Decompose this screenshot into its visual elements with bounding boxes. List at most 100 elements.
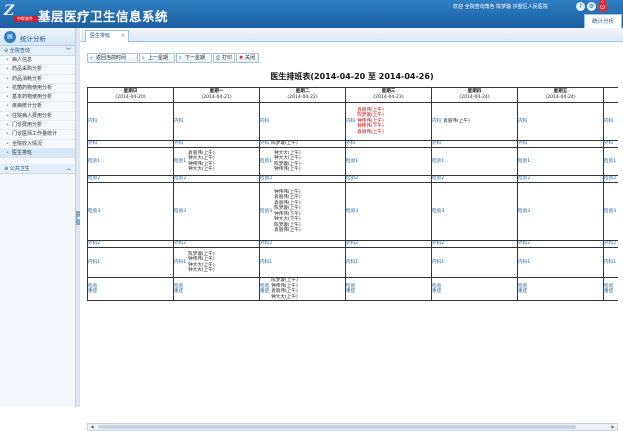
schedule-cell[interactable]: 内科 — [603, 102, 618, 141]
schedule-cell[interactable]: 外科2 — [173, 240, 260, 248]
schedule-cell[interactable]: 外科 — [173, 140, 260, 148]
schedule-cell[interactable]: 外科2 — [259, 240, 346, 248]
sidebar-item[interactable]: 疾病统计分析 — [0, 102, 75, 112]
schedule-row: 外科 外科 外科 陈梦璇(上午) 外科 外科 外科 外科 — [87, 140, 618, 148]
department-label: 检验 重症 — [174, 283, 184, 295]
prev-week-button[interactable]: ⌕ 上一星期 — [139, 53, 175, 63]
chevron-down-icon: ︾ — [65, 48, 71, 54]
schedule-cell[interactable]: 检验 重症 — [345, 277, 432, 301]
schedule-cell[interactable]: 检验1 袁丽伟(上午) 钟大大(上午) 钟伟伟(上午) 钟大大(上午) — [173, 147, 260, 176]
sidebar-group-hospital-query[interactable]: ⊖ 全院查询 ︾ — [0, 46, 75, 56]
schedule-cell[interactable]: 外科2 — [603, 240, 618, 248]
schedule-cell[interactable]: 内科 袁丽伟(上午) — [431, 102, 518, 141]
schedule-cell[interactable]: 内科 — [259, 102, 346, 141]
sidebar-item[interactable]: 基本药物使用分析 — [0, 93, 75, 103]
schedule-cell[interactable]: 检验1 — [87, 147, 174, 176]
sidebar-item[interactable]: 门诊费用分析 — [0, 121, 75, 131]
sidebar-group-label: 公共卫生 — [9, 166, 30, 173]
schedule-cell[interactable]: 内科1 — [87, 247, 174, 278]
schedule-cell[interactable]: 外科 — [517, 140, 604, 148]
schedule-cell[interactable]: 检验2 — [603, 175, 618, 183]
schedule-cell[interactable]: 检验2 — [431, 175, 518, 183]
schedule-cell[interactable]: 内科1 — [345, 247, 432, 278]
schedule-cell[interactable]: 检验2 — [259, 175, 346, 183]
print-button[interactable]: ⎙ 打印 — [213, 53, 235, 63]
schedule-cell[interactable]: 外科2 — [87, 240, 174, 248]
sidebar-item[interactable]: 全院收入情况 — [0, 140, 75, 149]
doctor-shift[interactable]: 钟大大(上午) — [188, 167, 215, 173]
collapse-arrow-icon[interactable]: ◀ — [76, 211, 80, 225]
schedule-cell[interactable]: 内科 袁丽伟(上午) 陈梦璇(上午) 钟伟伟(上午) 钟伟伟(下午) 袁丽伟(上午) — [345, 102, 432, 141]
doctor-shift[interactable]: 袁丽伟(上午) — [274, 228, 301, 234]
sidebar-item[interactable]: 药品消耗分析 — [0, 75, 75, 84]
tab-doctor-schedule[interactable]: 医生排班 × — [85, 30, 129, 42]
schedule-cell[interactable]: 检验1 — [517, 147, 604, 176]
sidebar-item[interactable]: 病人信息 — [0, 56, 75, 66]
schedule-cell[interactable]: 检验3 — [603, 182, 618, 241]
doctor-shift[interactable]: 钟大大(上午) — [271, 295, 298, 300]
gear-icon[interactable]: ⚙ — [587, 2, 596, 11]
schedule-cell[interactable]: 外科 — [87, 140, 174, 148]
sidebar-item[interactable]: 医生排班 — [0, 148, 75, 159]
schedule-cell[interactable]: 外科2 — [431, 240, 518, 248]
schedule-cell[interactable]: 检验 重症 — [517, 277, 604, 301]
doctor-shift[interactable]: 钟伟伟(上午) — [274, 167, 301, 173]
close-button[interactable]: ✖ 关闭 — [236, 53, 259, 63]
schedule-cell[interactable]: 内科 — [517, 102, 604, 141]
schedule-cell[interactable]: 外科 — [603, 140, 618, 148]
day-header: 星期日 (2014-04-20) — [87, 87, 174, 103]
schedule-cell[interactable]: 检验3 钟伟伟(上午) 袁丽伟(上午) 袁丽伟(上午) 陈梦璇(上午) 钟伟伟(下午) 钟大… — [259, 182, 346, 241]
schedule-cell[interactable]: 外科 — [345, 140, 432, 148]
close-icon[interactable]: × — [121, 31, 125, 42]
schedule-cell[interactable]: 外科 陈梦璇(上午) — [259, 140, 346, 148]
help-icon[interactable]: ? — [576, 2, 585, 11]
schedule-cell[interactable]: 检验 重症 — [173, 277, 260, 301]
schedule-cell[interactable]: 检验 重症 — [87, 277, 174, 301]
schedule-cell[interactable]: 内科1 陈梦璇(上午) 钟伟伟(上午) 钟大大(上午) 钟大大(上午) — [173, 247, 260, 278]
doctor-shift[interactable]: 钟大大(上午) — [188, 268, 215, 274]
day-date: (2014-04-23) — [373, 95, 404, 100]
schedule-cell[interactable]: 检验 重症 — [603, 277, 618, 301]
schedule-cell[interactable]: 检验1 — [345, 147, 432, 176]
scroll-right-icon[interactable]: ▶ — [609, 424, 617, 430]
doctor-shift[interactable]: 袁丽伟(上午) — [443, 119, 470, 125]
sidebar-splitter[interactable]: ◀ — [76, 28, 80, 407]
doctor-shift[interactable]: 袁丽伟(上午) — [357, 130, 384, 136]
schedule-cell[interactable]: 内科1 — [603, 247, 618, 278]
schedule-cell[interactable]: 检验3 — [517, 182, 604, 241]
schedule-cell[interactable]: 检验1 — [431, 147, 518, 176]
schedule-cell[interactable]: 外科2 — [345, 240, 432, 248]
doctor-shift[interactable]: 陈梦璇(上午) — [271, 142, 298, 147]
schedule-cell[interactable]: 检验3 — [87, 182, 174, 241]
sidebar-item[interactable]: 抗菌药物使用分析 — [0, 84, 75, 94]
schedule-cell[interactable]: 检验2 — [345, 175, 432, 183]
schedule-cell[interactable]: 检验2 — [173, 175, 260, 183]
schedule-cell[interactable]: 检验 重症 — [431, 277, 518, 301]
schedule-cell[interactable]: 外科2 — [517, 240, 604, 248]
sidebar-item[interactable]: 药品采购分析 — [0, 65, 75, 75]
schedule-cell[interactable]: 外科 — [431, 140, 518, 148]
schedule-cell[interactable]: 检验 重症 陈梦璇(上午) 钟伟伟(上午) 袁丽伟(上午) 钟大大(上午) — [259, 277, 346, 301]
schedule-cell[interactable]: 内科1 — [431, 247, 518, 278]
schedule-cell[interactable]: 检验2 — [87, 175, 174, 183]
schedule-cell[interactable]: 检验1 钟大大(上午) 钟大大(上午) 陈梦璇(上午) 钟伟伟(上午) — [259, 147, 346, 176]
scrollbar-thumb[interactable] — [98, 425, 576, 429]
schedule-cell[interactable]: 检验2 — [517, 175, 604, 183]
department-label: 外科2 — [260, 241, 273, 247]
top-tab-statistics[interactable]: 统计分析 — [584, 14, 622, 28]
next-week-button[interactable]: ⌕ 下一星期 — [176, 53, 212, 63]
schedule-cell[interactable]: 检验3 — [173, 182, 260, 241]
scroll-left-icon[interactable]: ◀ — [88, 424, 96, 430]
schedule-cell[interactable]: 检验3 — [431, 182, 518, 241]
horizontal-scrollbar[interactable]: ◀ ▶ — [87, 423, 618, 431]
current-week-button[interactable]: ⌕ 返回当前时间 — [87, 53, 138, 63]
sidebar-group-public-health[interactable]: ⊕ 公共卫生 ︽ — [0, 164, 75, 175]
schedule-cell[interactable]: 检验1 — [603, 147, 618, 176]
schedule-cell[interactable]: 内科1 — [517, 247, 604, 278]
schedule-cell[interactable]: 内科1 — [259, 247, 346, 278]
sidebar-item[interactable]: 住院病人费用分析 — [0, 112, 75, 122]
schedule-cell[interactable]: 内科 — [173, 102, 260, 141]
sidebar-item[interactable]: 门诊医师工作量统计 — [0, 130, 75, 140]
schedule-cell[interactable]: 内科 — [87, 102, 174, 141]
schedule-cell[interactable]: 检验3 — [345, 182, 432, 241]
